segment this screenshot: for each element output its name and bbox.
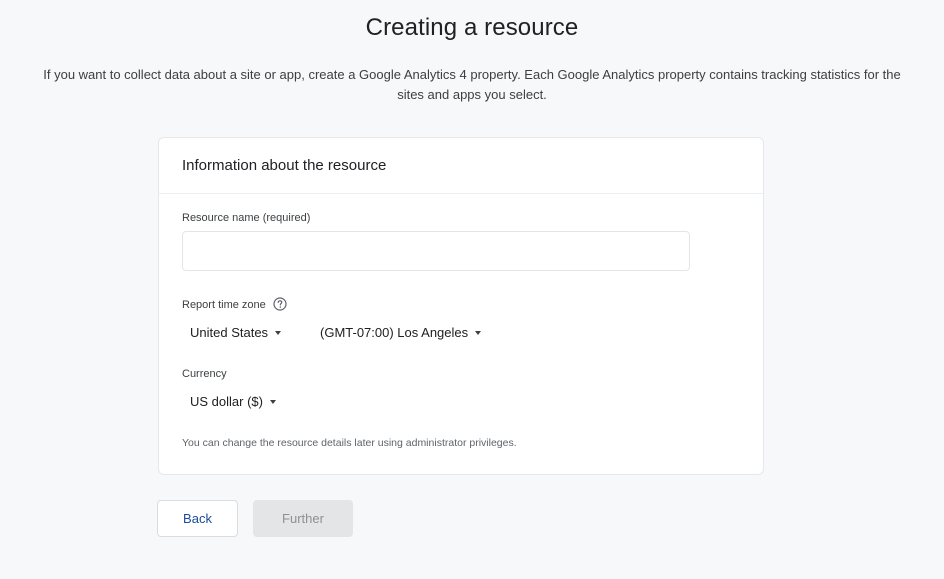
time-zone-dropdown[interactable]: (GMT-07:00) Los Angeles [320,325,482,340]
currency-value: US dollar ($) [190,394,263,409]
time-zone-value: (GMT-07:00) Los Angeles [320,325,469,340]
card-title: Information about the resource [159,138,763,194]
caret-down-icon [275,331,282,335]
resource-name-label: Resource name (required) [182,212,311,224]
help-circle-icon[interactable] [273,297,287,311]
time-zone-label: Report time zone [182,299,266,311]
back-button[interactable]: Back [157,500,238,537]
caret-down-icon [475,331,482,335]
country-value: United States [190,325,269,340]
page-title: Creating a resource [365,14,579,41]
caret-down-icon [269,400,276,404]
currency-dropdown[interactable]: US dollar ($) [190,394,276,409]
admin-privileges-note: You can change the resource details late… [182,437,517,449]
currency-label: Currency [182,368,227,380]
time-zone-label-row: Report time zone [182,297,287,311]
resource-info-card: Information about the resource Resource … [158,137,764,475]
resource-name-input[interactable] [182,231,690,271]
country-dropdown[interactable]: United States [190,325,282,340]
page-description: If you want to collect data about a site… [43,67,901,102]
further-button[interactable]: Further [253,500,353,537]
